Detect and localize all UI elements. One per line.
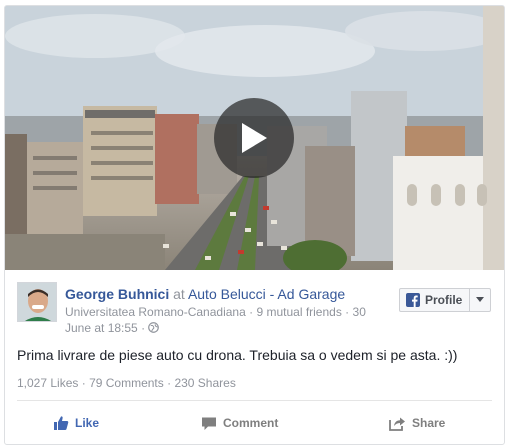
caret-down-icon [476, 297, 484, 302]
facebook-post-card: George Buhnici at Auto Belucci - Ad Gara… [4, 5, 505, 445]
share-button[interactable]: Share [389, 412, 445, 434]
location-link[interactable]: Universitatea Romano-Canadiana [65, 305, 246, 319]
profile-button-group: Profile [399, 288, 491, 312]
stats-separator: · [163, 376, 175, 390]
mutual-friends-link[interactable]: 9 mutual friends [256, 305, 341, 319]
avatar[interactable] [17, 282, 57, 322]
post-header: George Buhnici at Auto Belucci - Ad Gara… [5, 270, 504, 340]
avatar-icon [18, 283, 56, 321]
like-button[interactable]: Like [53, 412, 99, 434]
share-label: Share [412, 416, 446, 430]
comments-count[interactable]: 79 Comments [89, 376, 164, 390]
share-icon [389, 417, 405, 431]
likes-count[interactable]: 1,027 Likes [17, 376, 78, 390]
post-actions: Like Comment Share [5, 406, 504, 440]
comment-label: Comment [223, 416, 279, 430]
engagement-stats: 1,027 Likes · 79 Comments · 230 Shares [17, 376, 236, 390]
comment-icon [202, 417, 216, 430]
profile-button[interactable]: Profile [400, 289, 468, 311]
post-meta: Universitatea Romano-Canadiana · 9 mutua… [65, 304, 385, 336]
video-player[interactable] [5, 6, 504, 270]
profile-button-label: Profile [425, 293, 463, 307]
globe-icon [148, 322, 160, 333]
author-name[interactable]: George Buhnici [65, 286, 169, 302]
play-icon [242, 123, 267, 153]
at-label: at [173, 286, 185, 302]
meta-separator: · [341, 305, 353, 319]
facebook-icon [406, 293, 420, 307]
meta-separator: · [137, 321, 149, 335]
stats-separator: · [78, 376, 90, 390]
meta-separator: · [245, 305, 257, 319]
page-link[interactable]: Auto Belucci - Ad Garage [188, 286, 345, 302]
comment-button[interactable]: Comment [201, 412, 278, 434]
thumbs-up-icon [54, 416, 69, 430]
shares-count[interactable]: 230 Shares [174, 376, 235, 390]
play-button[interactable] [214, 98, 294, 178]
like-label: Like [75, 416, 100, 430]
profile-menu-button[interactable] [470, 289, 490, 311]
author-line: George Buhnici at Auto Belucci - Ad Gara… [65, 286, 345, 302]
post-text: Prima livrare de piese auto cu drona. Tr… [17, 347, 458, 363]
divider [17, 400, 492, 401]
